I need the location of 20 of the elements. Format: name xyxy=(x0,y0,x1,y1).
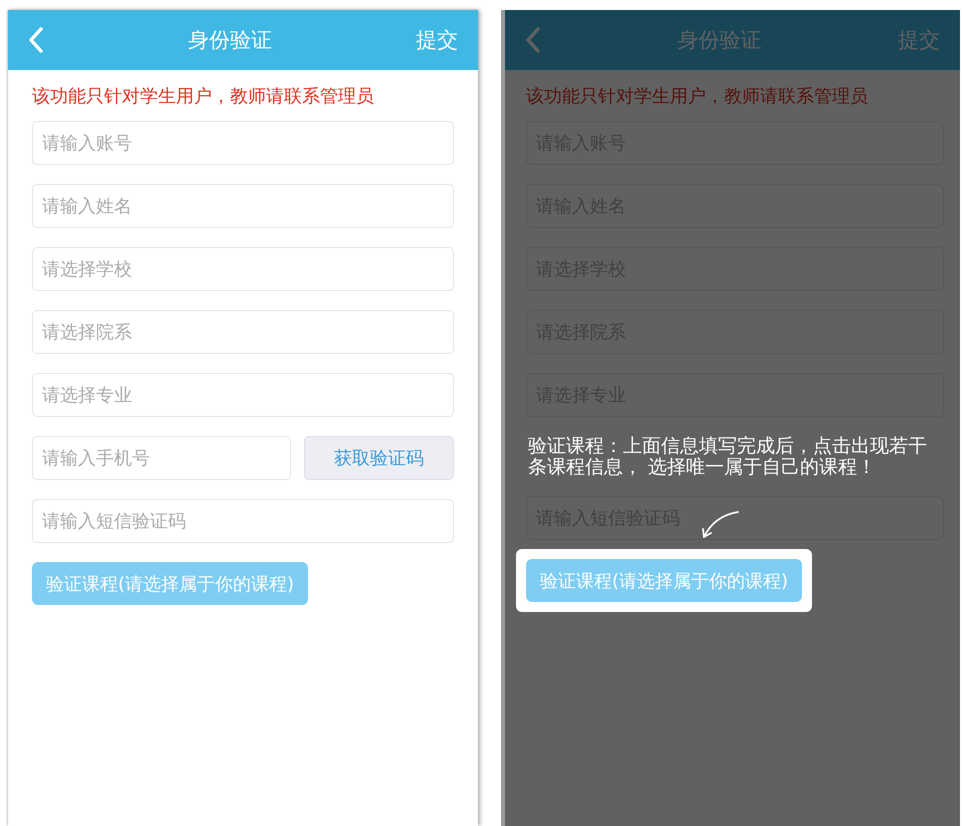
input-field[interactable]: 请选择院系 xyxy=(32,310,454,354)
verify-course-button[interactable]: 验证课程(请选择属于你的课程) xyxy=(526,559,802,602)
input-field[interactable]: 请选择专业 xyxy=(32,373,454,417)
verify-course-button[interactable]: 验证课程(请选择属于你的课程) xyxy=(32,562,308,605)
guide-tip-text: 验证课程：上面信息填写完成后，点击出现若干条课程信息， 选择唯一属于自己的课程！ xyxy=(528,436,928,480)
back-icon[interactable] xyxy=(28,27,44,53)
screen-title: 身份验证 xyxy=(678,27,762,54)
notice-text: 该功能只针对学生用户，教师请联系管理员 xyxy=(32,85,375,108)
sms-code-field[interactable]: 请输入短信验证码 xyxy=(32,499,454,543)
get-code-button[interactable]: 获取验证码 xyxy=(304,436,454,480)
submit-link[interactable]: 提交 xyxy=(416,26,458,54)
phone-field[interactable]: 请输入手机号 xyxy=(32,436,291,480)
input-field[interactable]: 请输入账号 xyxy=(32,121,454,165)
input-field[interactable]: 请输入姓名 xyxy=(32,184,454,228)
notice-text: 该功能只针对学生用户，教师请联系管理员 xyxy=(526,85,869,108)
input-field[interactable]: 请选择学校 xyxy=(32,247,454,291)
curved-arrow-icon xyxy=(700,510,740,540)
screen-title: 身份验证 xyxy=(188,27,272,54)
back-icon[interactable] xyxy=(525,27,541,53)
submit-link[interactable]: 提交 xyxy=(898,26,940,54)
